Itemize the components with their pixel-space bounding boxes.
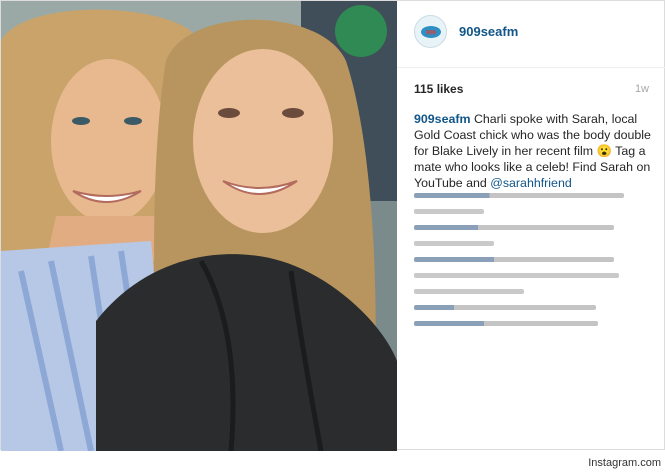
blurred-comments-list: [414, 193, 654, 337]
blurred-comment-cont: [414, 241, 494, 246]
blurred-comment[interactable]: [414, 193, 624, 198]
blurred-comment-cont: [414, 273, 619, 278]
blurred-comment[interactable]: [414, 305, 596, 310]
blurred-comment[interactable]: [414, 225, 614, 230]
post-caption: 909seafm Charli spoke with Sarah, local …: [414, 111, 652, 191]
surprised-emoji-icon: 😮: [596, 144, 612, 158]
caption-username[interactable]: 909seafm: [414, 112, 471, 126]
avatar[interactable]: 909: [414, 15, 447, 48]
instagram-post-card: 909 909seafm 115 likes 1w 909seafm Charl…: [0, 0, 665, 451]
post-photo[interactable]: [1, 1, 397, 451]
blurred-comment-cont: [414, 289, 524, 294]
blurred-comment-cont: [414, 209, 484, 214]
blurred-comment[interactable]: [414, 257, 614, 262]
header-username[interactable]: 909seafm: [459, 24, 518, 39]
blurred-comment[interactable]: [414, 321, 598, 326]
radio-logo-icon: 909: [420, 25, 441, 38]
svg-text:909: 909: [425, 30, 436, 36]
post-time[interactable]: 1w: [635, 83, 649, 95]
post-header: 909 909seafm: [397, 1, 665, 68]
likes-count[interactable]: 115 likes: [414, 82, 463, 96]
source-watermark: Instagram.com: [588, 457, 661, 469]
post-details-panel: 909 909seafm 115 likes 1w 909seafm Charl…: [397, 1, 665, 451]
caption-mention[interactable]: @sarahhfriend: [490, 176, 571, 190]
selfie-photo: [1, 1, 397, 451]
